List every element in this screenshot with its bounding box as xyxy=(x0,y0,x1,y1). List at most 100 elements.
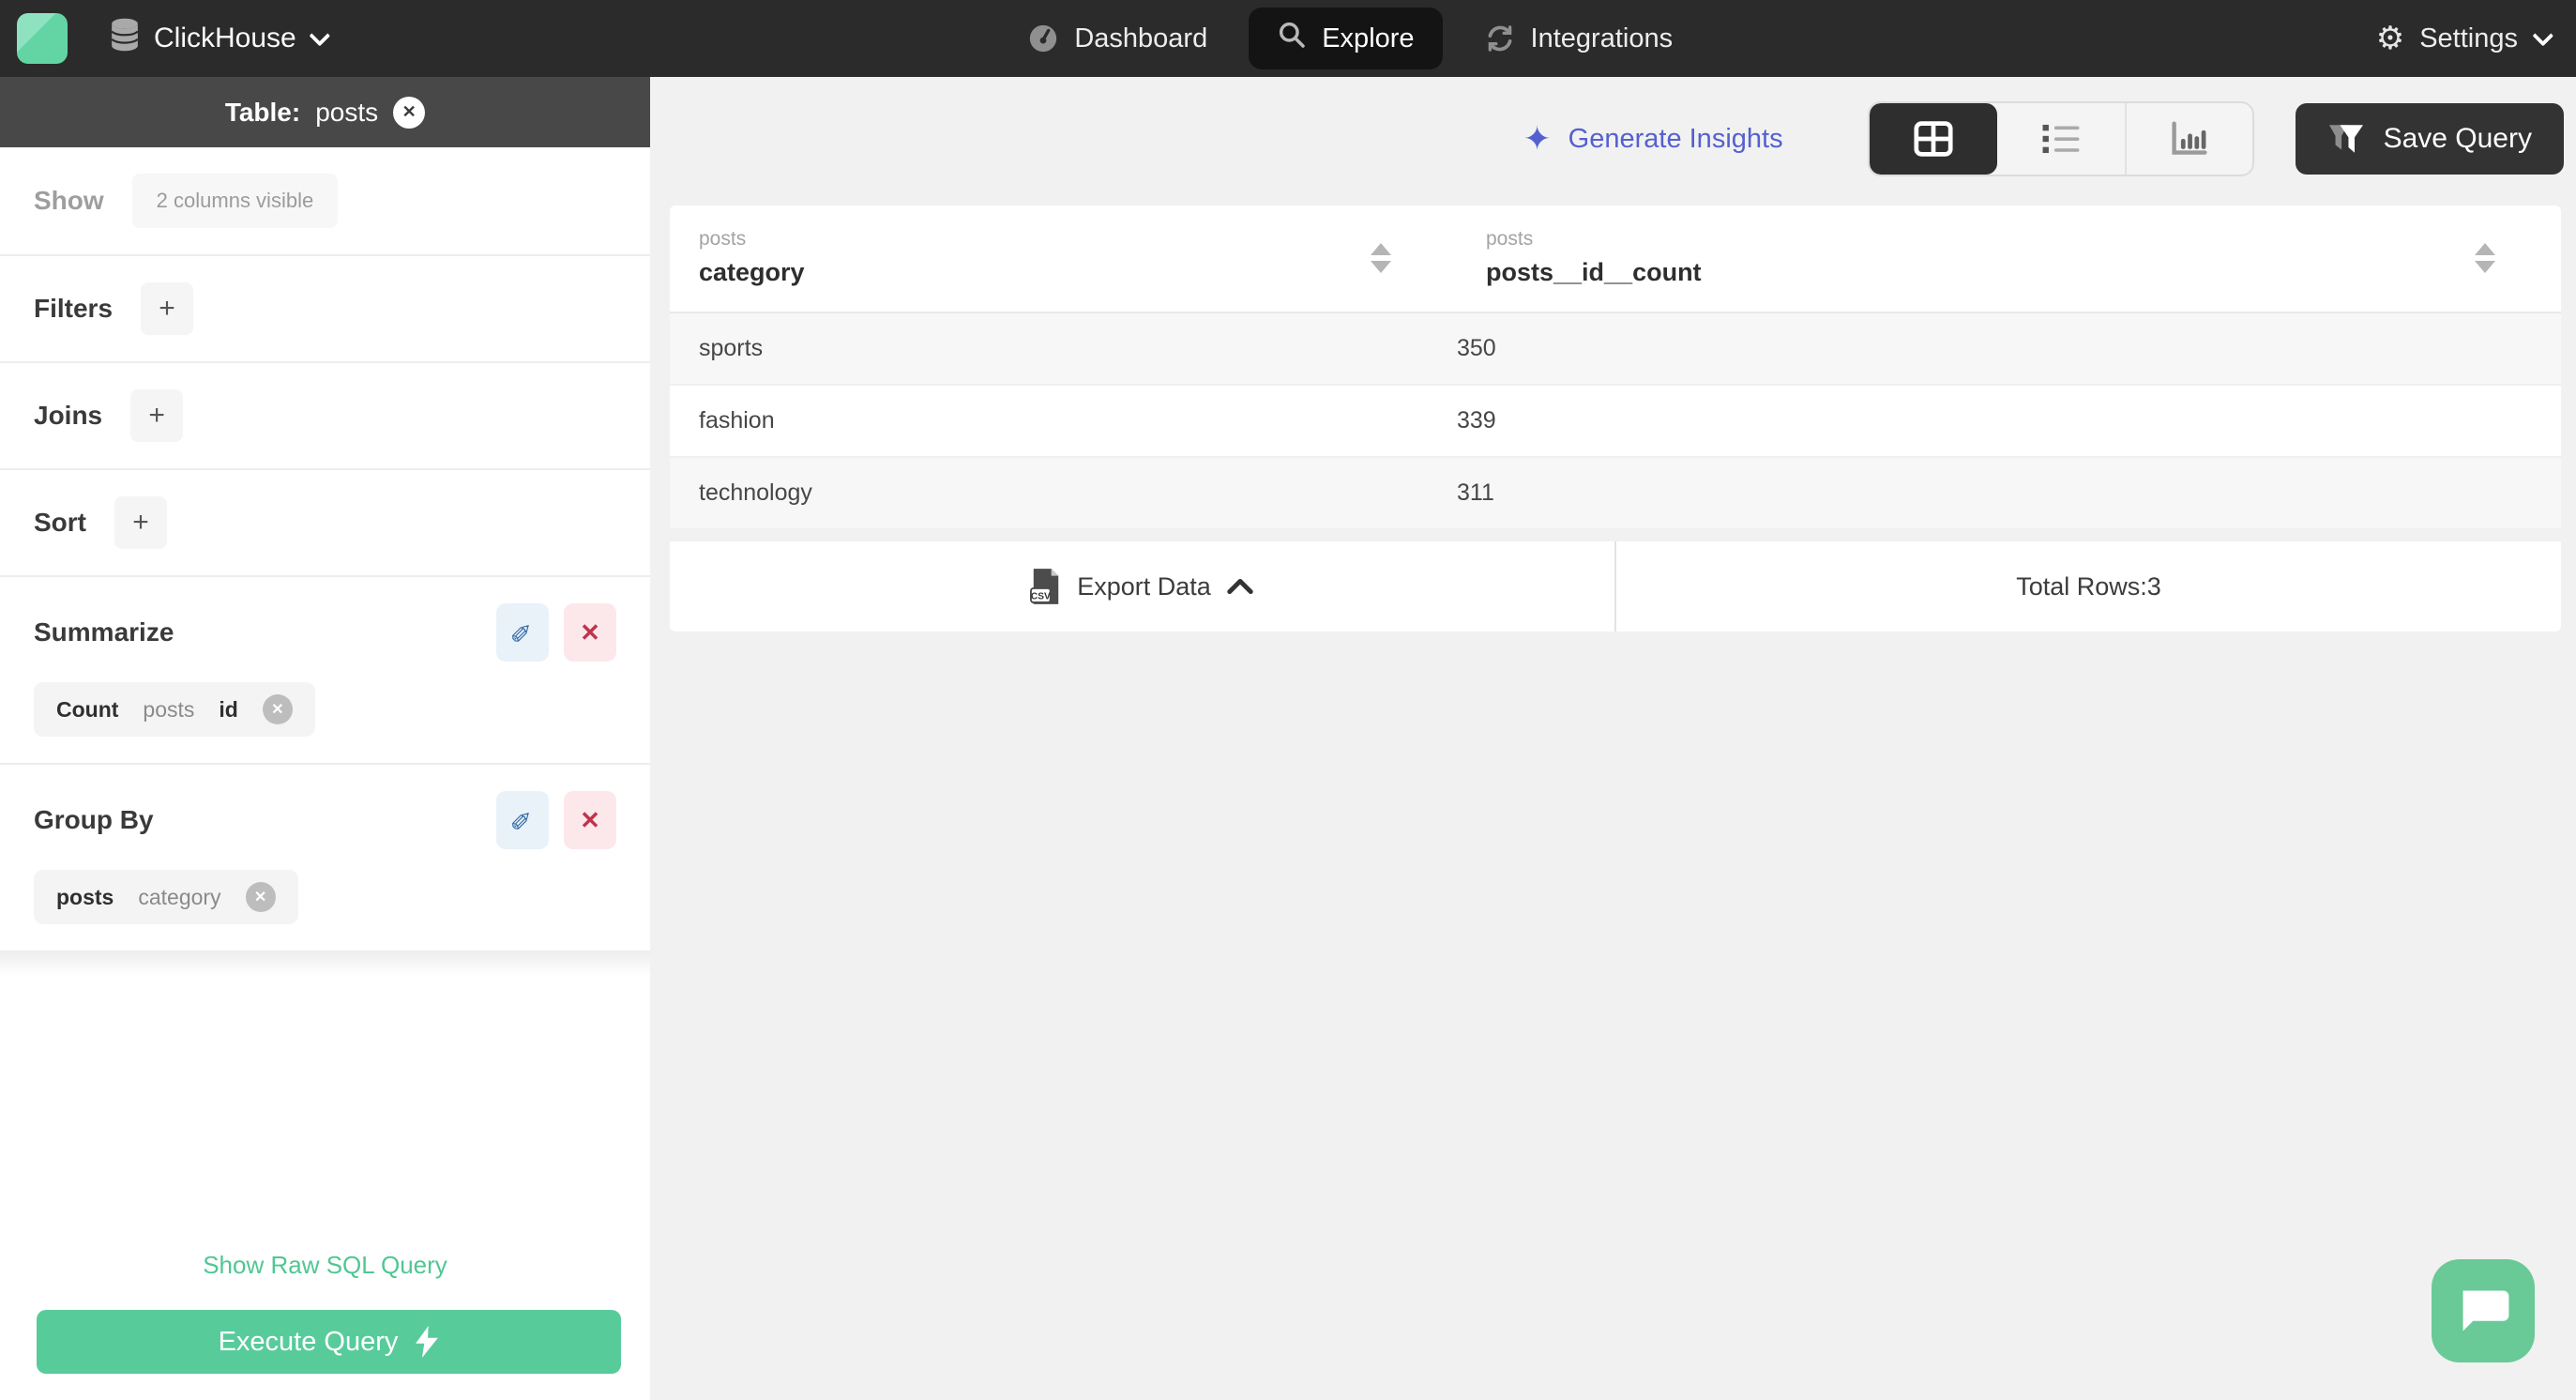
edit-group-by-button[interactable]: ✎ xyxy=(496,791,549,849)
joins-section: Joins + xyxy=(0,363,650,470)
chip-table-label: posts xyxy=(56,884,114,909)
nav-label: Integrations xyxy=(1530,23,1674,53)
csv-file-icon: CSV xyxy=(1030,569,1059,604)
view-toggle-group xyxy=(1867,101,2254,176)
filters-section: Filters + xyxy=(0,256,650,363)
svg-text:CSV: CSV xyxy=(1031,592,1051,602)
app-logo[interactable] xyxy=(17,13,68,64)
group-by-label: Group By xyxy=(34,805,154,834)
aggregate-fn-label: Count xyxy=(56,696,119,722)
x-icon: ✕ xyxy=(580,805,600,834)
generate-insights-label: Generate Insights xyxy=(1568,123,1783,154)
brand-area: ClickHouse xyxy=(17,13,330,64)
nav-item-dashboard[interactable]: Dashboard xyxy=(1027,23,1207,54)
chevron-up-icon xyxy=(1227,578,1253,595)
add-filter-button[interactable]: + xyxy=(141,282,194,335)
main-nav: Dashboard Explore Integrations xyxy=(1027,8,1673,69)
column-name: category xyxy=(699,258,805,286)
table-header-row: posts category posts posts__id__count xyxy=(670,205,2561,313)
sparkle-icon: ✦ xyxy=(1523,119,1552,159)
add-sort-button[interactable]: + xyxy=(114,496,167,549)
table-label-prefix: Table: xyxy=(224,97,301,127)
pencil-icon: ✎ xyxy=(508,809,538,831)
query-builder-sidebar: Table: posts ✕ Show 2 columns visible Fi… xyxy=(0,77,650,1400)
chip-column-label: id xyxy=(219,696,238,722)
group-by-section: Group By ✎ ✕ posts category ✕ xyxy=(0,765,650,951)
cell-count: 311 xyxy=(1457,479,1494,506)
database-name: ClickHouse xyxy=(154,23,296,53)
chip-table-label: posts xyxy=(143,696,195,722)
cell-count: 350 xyxy=(1457,335,1496,361)
lightning-icon xyxy=(416,1326,439,1358)
column-group: posts xyxy=(699,228,747,250)
summarize-section: Summarize ✎ ✕ Count posts id ✕ xyxy=(0,577,650,765)
column-header-category[interactable]: posts category xyxy=(670,205,1457,312)
columns-visible-chip[interactable]: 2 columns visible xyxy=(131,174,339,228)
column-header-count[interactable]: posts posts__id__count xyxy=(1457,205,2561,312)
filters-label: Filters xyxy=(34,294,114,323)
nav-item-explore[interactable]: Explore xyxy=(1249,8,1443,69)
cell-category: fashion xyxy=(699,407,775,434)
settings-label: Settings xyxy=(2419,23,2518,53)
delete-group-by-button[interactable]: ✕ xyxy=(564,791,616,849)
table-row[interactable]: fashion 339 xyxy=(670,386,2561,458)
table-view-button[interactable] xyxy=(1869,103,1997,175)
results-toolbar: ✦ Generate Insights Save Query xyxy=(650,77,2576,176)
generate-insights-link[interactable]: ✦ Generate Insights xyxy=(1523,120,1782,159)
sort-toggle-icon[interactable] xyxy=(2475,242,2495,273)
show-raw-sql-link[interactable]: Show Raw SQL Query xyxy=(0,1251,650,1280)
table-row[interactable]: technology 311 xyxy=(670,458,2561,530)
summarize-chip[interactable]: Count posts id ✕ xyxy=(34,682,315,737)
add-join-button[interactable]: + xyxy=(130,389,184,442)
chat-bubble-icon xyxy=(2462,1290,2509,1332)
pencil-icon: ✎ xyxy=(508,621,538,644)
sort-toggle-icon[interactable] xyxy=(1371,242,1391,273)
nav-label: Dashboard xyxy=(1074,23,1208,53)
nav-item-integrations[interactable]: Integrations xyxy=(1484,23,1674,54)
chart-view-button[interactable] xyxy=(2124,103,2252,175)
chip-column-label: category xyxy=(138,884,221,909)
list-view-button[interactable] xyxy=(1997,103,2125,175)
search-icon xyxy=(1277,20,1307,57)
column-name: posts__id__count xyxy=(1486,258,1702,286)
remove-table-button[interactable]: ✕ xyxy=(393,96,426,129)
table-view-icon xyxy=(1914,121,1953,157)
joins-label: Joins xyxy=(34,401,103,430)
funnel-icon xyxy=(2328,125,2363,153)
show-section: Show 2 columns visible xyxy=(0,147,650,256)
cell-category: technology xyxy=(699,479,812,506)
sort-label: Sort xyxy=(34,508,86,537)
remove-summarize-chip-button[interactable]: ✕ xyxy=(262,694,293,724)
total-rows-label: Total Rows:3 xyxy=(2016,571,2161,601)
remove-group-by-chip-button[interactable]: ✕ xyxy=(245,882,276,912)
gear-icon: ⚙ xyxy=(2375,20,2405,57)
nav-label: Explore xyxy=(1322,23,1415,53)
chat-widget-button[interactable] xyxy=(2432,1259,2535,1362)
section-divider xyxy=(0,951,650,988)
table-header-bar: Table: posts ✕ xyxy=(0,77,650,147)
chevron-down-icon xyxy=(309,24,330,47)
execute-query-button[interactable]: Execute Query xyxy=(37,1310,621,1374)
sync-icon xyxy=(1484,23,1516,54)
save-query-button[interactable]: Save Query xyxy=(2295,103,2564,175)
cell-category: sports xyxy=(699,335,764,361)
delete-summarize-button[interactable]: ✕ xyxy=(564,603,616,662)
bar-chart-icon xyxy=(2172,121,2207,155)
table-row[interactable]: sports 350 xyxy=(670,313,2561,386)
column-group: posts xyxy=(1486,228,1534,250)
results-area: ✦ Generate Insights Save Query posts cat… xyxy=(650,77,2576,1400)
export-data-label: Export Data xyxy=(1077,571,1211,601)
selected-table-name: posts xyxy=(315,97,379,127)
execute-query-label: Execute Query xyxy=(218,1326,399,1357)
total-rows-cell: Total Rows:3 xyxy=(1614,541,2561,632)
export-data-button[interactable]: CSV Export Data xyxy=(670,541,1614,632)
dashboard-icon xyxy=(1027,23,1059,54)
edit-summarize-button[interactable]: ✎ xyxy=(496,603,549,662)
top-navigation-bar: ClickHouse Dashboard Explore Integration… xyxy=(0,0,2576,77)
save-query-label: Save Query xyxy=(2383,123,2532,154)
group-by-chip[interactable]: posts category ✕ xyxy=(34,870,298,924)
settings-menu[interactable]: ⚙ Settings xyxy=(2375,20,2554,57)
database-selector[interactable]: ClickHouse xyxy=(109,18,330,59)
summarize-label: Summarize xyxy=(34,617,174,647)
sort-section: Sort + xyxy=(0,470,650,577)
